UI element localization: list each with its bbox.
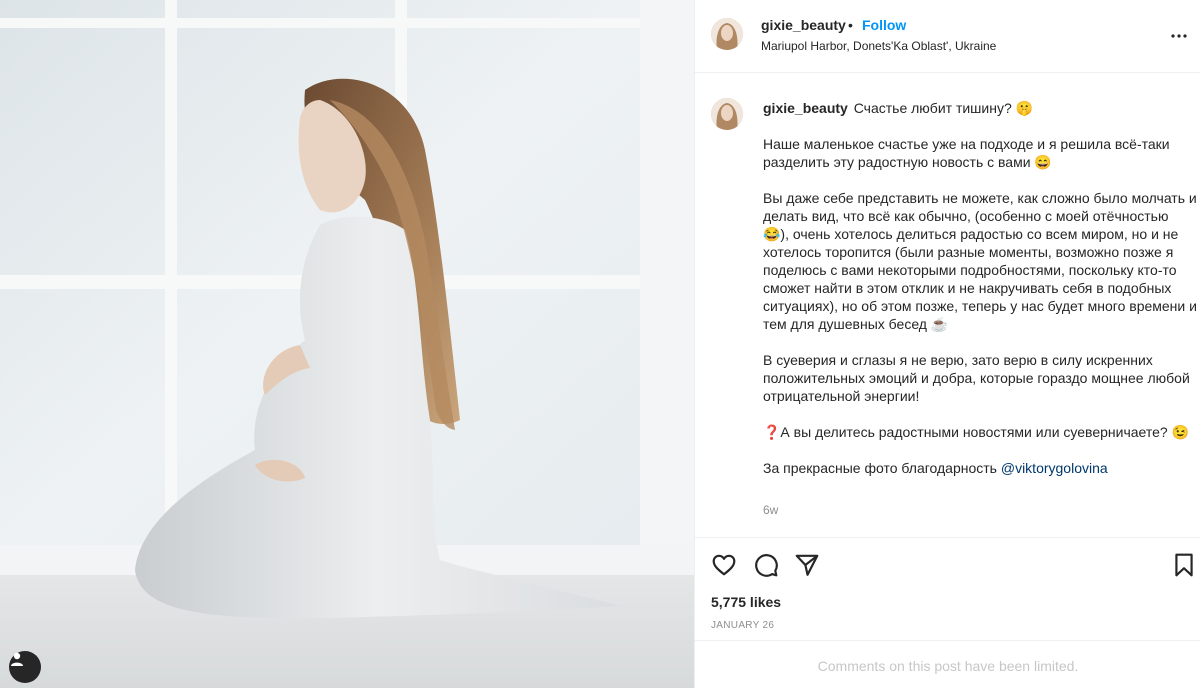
caption-paragraph-1: Наше маленькое счастье уже на подходе и …	[763, 136, 1174, 170]
heart-icon[interactable]	[711, 552, 737, 578]
post-header: gixie_beauty • Follow Mariupol Harbor, D…	[695, 0, 1200, 73]
more-options-icon[interactable]	[1169, 26, 1189, 46]
caption-username[interactable]: gixie_beauty	[763, 100, 848, 116]
caption-paragraph-2: Вы даже себе представить не можете, как …	[763, 190, 1197, 332]
author-username[interactable]: gixie_beauty	[761, 17, 846, 33]
author-avatar[interactable]	[711, 18, 743, 50]
caption-paragraph-3: В суеверия и сглазы я не верю, зато верю…	[763, 352, 1194, 404]
caption-section: gixie_beauty Счастье любит тишину? 🤫 Наш…	[695, 74, 1200, 536]
post-location[interactable]: Mariupol Harbor, Donets'Ka Oblast', Ukra…	[761, 39, 996, 53]
post-date[interactable]: January 26	[711, 620, 774, 631]
paper-plane-icon[interactable]	[794, 552, 820, 578]
comments-limited-notice: Comments on this post have been limited.	[695, 640, 1200, 688]
avatar-image	[711, 98, 743, 130]
caption-paragraph-4: ❓А вы делитесь радостными новостями или …	[763, 424, 1190, 440]
caption-credit-text: За прекрасные фото благодарность	[763, 460, 1001, 476]
caption-time-ago[interactable]: 6w	[763, 503, 778, 517]
user-icon	[11, 652, 23, 666]
post-image	[0, 0, 694, 688]
separator-dot: •	[848, 17, 853, 33]
photographer-mention-link[interactable]: @viktorygolovina	[1001, 460, 1108, 476]
post-sidebar: gixie_beauty • Follow Mariupol Harbor, D…	[694, 0, 1200, 688]
post-photo[interactable]	[0, 0, 694, 688]
caption-author-avatar[interactable]	[711, 98, 743, 130]
bookmark-icon[interactable]	[1171, 552, 1197, 578]
post-caption: gixie_beauty Счастье любит тишину? 🤫 Наш…	[763, 99, 1197, 477]
follow-button[interactable]: Follow	[862, 17, 906, 33]
action-bar	[695, 537, 1200, 589]
likes-count[interactable]: 5,775 likes	[711, 594, 781, 610]
profile-avatar-button[interactable]	[9, 651, 41, 683]
comment-icon[interactable]	[753, 552, 779, 578]
avatar-image	[711, 18, 743, 50]
caption-title: Счастье любит тишину? 🤫	[853, 100, 1034, 116]
